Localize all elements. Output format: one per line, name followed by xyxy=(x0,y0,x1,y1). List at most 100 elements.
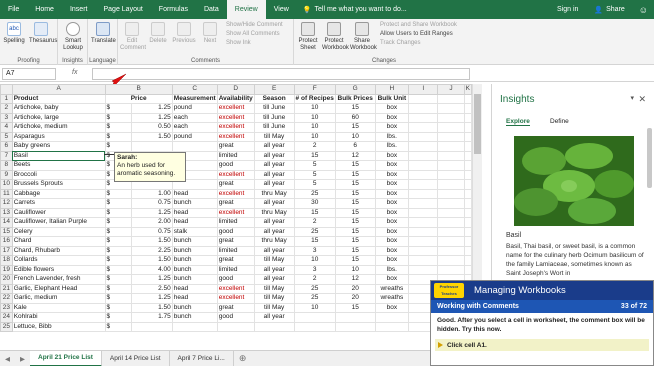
cell[interactable]: 0.75 xyxy=(130,226,173,237)
cell[interactable]: 15 xyxy=(293,207,336,218)
cell[interactable]: 15 xyxy=(334,217,376,228)
tab-explore[interactable]: Explore xyxy=(506,118,530,126)
cell[interactable]: wreaths xyxy=(374,293,410,304)
cell[interactable]: 1.00 xyxy=(130,188,173,199)
cell[interactable]: 3 xyxy=(293,245,336,256)
empty-cell[interactable] xyxy=(437,264,465,275)
cell[interactable]: all year xyxy=(253,264,295,275)
empty-cell[interactable] xyxy=(463,188,472,199)
header-cell[interactable]: Season xyxy=(253,93,295,104)
cell[interactable]: till June xyxy=(253,122,295,133)
cell[interactable]: $ xyxy=(104,236,132,247)
cell[interactable]: 1.50 xyxy=(130,302,173,313)
show-all-comments-button[interactable]: Show All Comments xyxy=(226,30,283,39)
cell[interactable]: excellent xyxy=(216,188,255,199)
cell[interactable]: till May xyxy=(253,131,295,142)
empty-cell[interactable] xyxy=(408,112,439,123)
cell[interactable]: head xyxy=(171,217,218,228)
cell[interactable]: 4.00 xyxy=(130,264,173,275)
row-header[interactable]: 3 xyxy=(0,112,13,123)
cell[interactable]: Kohlrabi xyxy=(11,312,106,323)
cell[interactable]: 1.50 xyxy=(130,255,173,266)
add-sheet-icon[interactable]: ⊕ xyxy=(234,353,252,364)
column-header-d[interactable]: D xyxy=(216,84,255,95)
row-header[interactable]: 11 xyxy=(0,188,13,199)
cell[interactable]: box xyxy=(374,198,410,209)
cell[interactable]: 25 xyxy=(293,188,336,199)
cell[interactable]: excellent xyxy=(216,207,255,218)
empty-cell[interactable] xyxy=(408,188,439,199)
cell[interactable]: box xyxy=(374,236,410,247)
cell[interactable]: 15 xyxy=(293,150,336,161)
empty-cell[interactable] xyxy=(408,131,439,142)
cell[interactable]: 10 xyxy=(293,122,336,133)
cell[interactable]: thru May xyxy=(253,236,295,247)
cell[interactable]: $ xyxy=(104,293,132,304)
empty-cell[interactable] xyxy=(437,122,465,133)
cell[interactable] xyxy=(130,141,173,152)
cell[interactable]: $ xyxy=(104,207,132,218)
edit-comment-button[interactable]: Edit Comment xyxy=(120,22,146,52)
cell[interactable]: 1.25 xyxy=(130,274,173,285)
cell[interactable]: Artichoke, baby xyxy=(11,103,106,114)
empty-cell[interactable] xyxy=(408,198,439,209)
empty-cell[interactable] xyxy=(408,122,439,133)
share-button[interactable]: 👤 Share xyxy=(586,6,632,14)
header-cell[interactable]: Bulk Unit xyxy=(374,93,410,104)
cell[interactable]: 0.50 xyxy=(130,122,173,133)
cell[interactable]: 15 xyxy=(334,160,376,171)
cell[interactable]: all year xyxy=(253,150,295,161)
cell[interactable]: bunch xyxy=(171,264,218,275)
empty-cell[interactable] xyxy=(463,103,472,114)
cell[interactable]: 10 xyxy=(293,112,336,123)
formula-input[interactable] xyxy=(92,68,470,80)
tab-page-layout[interactable]: Page Layout xyxy=(95,0,150,19)
cell[interactable]: all year xyxy=(253,179,295,190)
track-changes-button[interactable]: Track Changes xyxy=(380,39,457,48)
empty-cell[interactable] xyxy=(437,245,465,256)
cell[interactable]: 2.50 xyxy=(130,283,173,294)
sheet-tab-april-21[interactable]: April 21 Price List xyxy=(30,350,102,366)
cell[interactable]: great xyxy=(216,141,255,152)
cell[interactable] xyxy=(334,321,376,332)
cell[interactable]: Garlic, Elephant Head xyxy=(11,283,106,294)
cell[interactable]: 10 xyxy=(293,255,336,266)
cell[interactable]: all year xyxy=(253,217,295,228)
cell[interactable]: great xyxy=(216,236,255,247)
empty-cell[interactable] xyxy=(463,131,472,142)
empty-cell[interactable] xyxy=(437,103,465,114)
insights-scrollbar[interactable] xyxy=(647,128,652,188)
cell[interactable]: $ xyxy=(104,198,132,209)
cell[interactable]: box xyxy=(374,122,410,133)
cell[interactable] xyxy=(216,321,255,332)
delete-comment-button[interactable]: Delete xyxy=(146,22,170,45)
show-hide-comment-button[interactable]: Show/Hide Comment xyxy=(226,21,283,30)
empty-cell[interactable] xyxy=(463,93,472,104)
cell[interactable]: 2.25 xyxy=(130,245,173,256)
cell[interactable]: limited xyxy=(216,217,255,228)
cell[interactable]: 1.50 xyxy=(130,131,173,142)
cell[interactable]: pound xyxy=(171,131,218,142)
cell[interactable]: great xyxy=(216,198,255,209)
column-header-b[interactable]: B xyxy=(104,84,173,95)
cell[interactable]: 10 xyxy=(334,131,376,142)
empty-cell[interactable] xyxy=(408,179,439,190)
cell[interactable] xyxy=(334,312,376,323)
empty-cell[interactable] xyxy=(463,217,472,228)
sheet-tab-april-7[interactable]: April 7 Price Li... xyxy=(170,350,234,366)
cell[interactable]: Basil xyxy=(11,150,106,161)
cell[interactable]: Cauliflower xyxy=(11,207,106,218)
cell[interactable]: 2.00 xyxy=(130,217,173,228)
tab-define[interactable]: Define xyxy=(550,118,569,125)
header-cell[interactable]: Product xyxy=(11,93,106,104)
cell[interactable]: Chard, Rhubarb xyxy=(11,245,106,256)
cell[interactable]: 1.50 xyxy=(130,236,173,247)
row-header[interactable]: 15 xyxy=(0,226,13,237)
empty-cell[interactable] xyxy=(463,198,472,209)
row-header[interactable]: 12 xyxy=(0,198,13,209)
cell[interactable]: 10 xyxy=(293,302,336,313)
cell[interactable]: all year xyxy=(253,198,295,209)
tab-scroll-left-icon[interactable]: ◀ xyxy=(0,355,15,363)
cell[interactable]: 30 xyxy=(293,198,336,209)
cell[interactable]: all year xyxy=(253,312,295,323)
